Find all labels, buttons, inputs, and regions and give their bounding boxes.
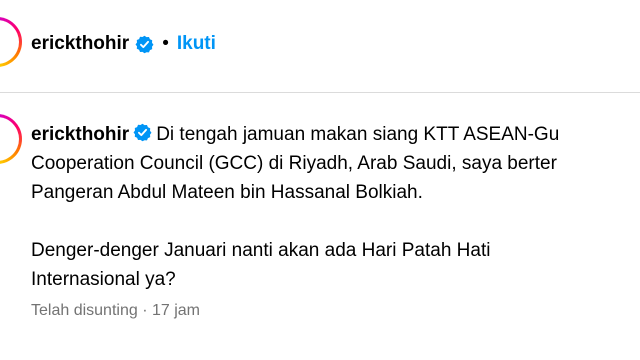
header-username[interactable]: erickthohir — [31, 33, 129, 55]
header-user-row: erickthohir • Ikuti — [31, 30, 216, 58]
caption-paragraph-gap — [31, 207, 640, 236]
verified-badge-icon — [135, 35, 154, 53]
caption-line: erickthohir Di tengah jamuan makan siang… — [31, 120, 640, 149]
separator-dot: • — [162, 33, 169, 54]
caption-line: Denger-denger Januari nanti akan ada Har… — [31, 240, 491, 261]
caption-line-text: Di tengah jamuan makan siang KTT ASEAN-G… — [156, 124, 560, 145]
caption-line: Pangeran Abdul Mateen bin Hassanal Bolki… — [31, 182, 423, 203]
caption-line: Cooperation Council (GCC) di Riyadh, Ara… — [31, 153, 557, 174]
post-meta: Telah disunting · 17 jam — [31, 302, 200, 320]
caption-avatar[interactable] — [0, 114, 22, 164]
post-header: erickthohir • Ikuti — [0, 0, 640, 92]
avatar[interactable] — [0, 17, 22, 67]
post-time[interactable]: 17 jam — [152, 302, 200, 319]
verified-badge-icon — [133, 124, 152, 142]
caption-line: Internasional ya? — [31, 269, 176, 290]
meta-separator: · — [142, 302, 148, 319]
caption-username[interactable]: erickthohir — [31, 124, 129, 145]
header-divider — [0, 92, 640, 93]
edited-label: Telah disunting — [31, 302, 138, 319]
caption-text: erickthohir Di tengah jamuan makan siang… — [31, 120, 640, 294]
follow-button[interactable]: Ikuti — [177, 33, 216, 55]
post-view: erickthohir • Ikuti erickthohir Di tenga… — [0, 0, 640, 360]
